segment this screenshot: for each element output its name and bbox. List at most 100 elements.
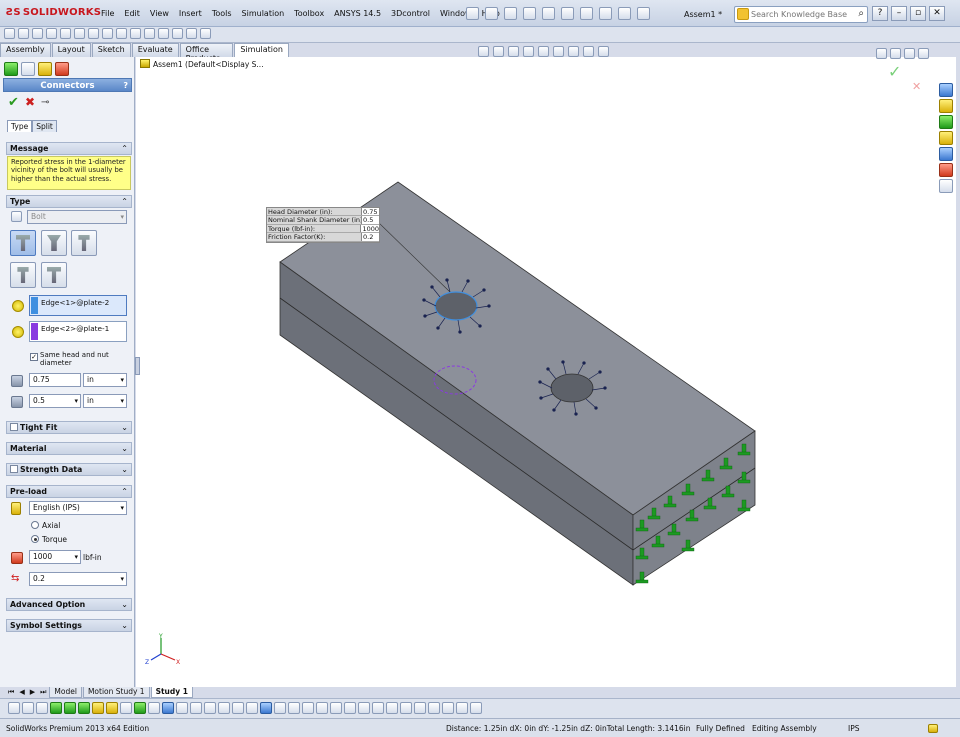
radio-button[interactable] [31, 521, 39, 529]
tab-layout[interactable]: Layout [51, 43, 91, 57]
options-icon[interactable] [637, 7, 650, 20]
hide-show-icon[interactable] [568, 46, 579, 57]
foundation-bolt-button[interactable] [10, 262, 36, 288]
probe-icon[interactable] [400, 702, 412, 714]
display-style-icon[interactable] [553, 46, 564, 57]
mate-icon[interactable] [74, 28, 85, 39]
connection-icon[interactable] [78, 702, 90, 714]
section-view-icon[interactable] [523, 46, 534, 57]
feature-manager-icon[interactable] [4, 62, 18, 76]
viewport-minimize-icon[interactable] [876, 48, 887, 59]
radio-button[interactable] [31, 535, 39, 543]
ok-check-icon[interactable]: ✔ [8, 95, 19, 110]
viewport-maximize-icon[interactable] [904, 48, 915, 59]
rigid-icon[interactable] [204, 702, 216, 714]
menu-3dcontrol[interactable]: 3Dcontrol [386, 9, 435, 18]
tab-motion-study-1[interactable]: Motion Study 1 [82, 687, 150, 698]
tab-type[interactable]: Type [7, 120, 33, 132]
custom-properties-icon[interactable] [939, 179, 953, 193]
strength-data-checkbox[interactable] [10, 465, 18, 473]
view-palette-icon[interactable] [939, 147, 953, 161]
help-icon[interactable]: ? [123, 79, 128, 93]
expand-chevron-icon[interactable]: ⌄ [121, 620, 128, 631]
head-edge-selection-box[interactable]: Edge<1>@plate-2 [29, 295, 127, 316]
scene-icon[interactable] [598, 46, 609, 57]
pin-connector-icon[interactable] [162, 702, 174, 714]
appearances-icon[interactable] [939, 163, 953, 177]
external-load-icon[interactable] [64, 702, 76, 714]
gravity-icon[interactable] [302, 702, 314, 714]
report-icon[interactable] [414, 702, 426, 714]
advanced-option-group-header[interactable]: Advanced Option ⌄ [6, 598, 132, 611]
menu-edit[interactable]: Edit [119, 9, 145, 18]
search-tool-icon[interactable] [4, 28, 15, 39]
appearance-icon[interactable] [583, 46, 594, 57]
symbol-settings-group-header[interactable]: Symbol Settings ⌄ [6, 619, 132, 632]
axial-radio[interactable]: Axial [31, 521, 60, 530]
resources-icon[interactable] [939, 83, 953, 97]
unit-system-status[interactable]: IPS [848, 724, 860, 733]
friction-factor-select[interactable]: 0.2 ▾ [29, 572, 127, 586]
compare-icon[interactable] [428, 702, 440, 714]
search-icon[interactable]: ⌕ [858, 8, 864, 19]
zoom-fit-icon[interactable] [478, 46, 489, 57]
section-clip-icon[interactable] [456, 702, 468, 714]
undo-icon[interactable] [561, 7, 574, 20]
viewport-close-icon[interactable] [918, 48, 929, 59]
countersink-bolt-button[interactable] [41, 230, 67, 256]
close-button[interactable]: ✕ [929, 6, 945, 21]
menu-insert[interactable]: Insert [174, 9, 207, 18]
tree-icon[interactable] [46, 28, 57, 39]
contact-set-icon[interactable] [232, 702, 244, 714]
expand-chevron-icon[interactable]: ⌄ [121, 422, 128, 433]
tab-evaluate[interactable]: Evaluate [131, 43, 179, 57]
measure-icon[interactable] [144, 28, 155, 39]
fixture-icon[interactable] [50, 702, 62, 714]
minimize-button[interactable]: – [891, 6, 907, 21]
connector-type-select[interactable]: Bolt ▾ [27, 210, 127, 224]
mass-icon[interactable] [372, 702, 384, 714]
bolt-connector-icon[interactable] [134, 702, 146, 714]
interference-icon[interactable] [130, 28, 141, 39]
smart-fastener-icon[interactable] [102, 28, 113, 39]
down-arrow-icon[interactable] [32, 28, 43, 39]
counterbore-bolt-button[interactable] [71, 230, 97, 256]
pin-icon[interactable] [466, 7, 479, 20]
material-icon[interactable] [288, 702, 300, 714]
spring-icon[interactable] [148, 702, 160, 714]
design-library-icon[interactable] [939, 115, 953, 129]
cancel-x-icon[interactable]: ✖ [25, 95, 35, 109]
spinner-arrow-icon[interactable]: ▾ [74, 395, 78, 407]
bolt-hole-1[interactable] [434, 291, 478, 321]
head-diameter-input[interactable]: 0.75 [29, 373, 81, 387]
menu-view[interactable]: View [145, 9, 174, 18]
property-manager-icon[interactable] [21, 62, 35, 76]
results-icon[interactable] [120, 702, 132, 714]
confirm-corner-ok-icon[interactable]: ✓ [888, 62, 901, 81]
preload-group-header[interactable]: Pre-load ⌃ [6, 485, 132, 498]
pattern-icon[interactable] [60, 28, 71, 39]
shank-diameter-input[interactable]: 0.5 ▾ [29, 394, 81, 408]
tab-assembly[interactable]: Assembly [0, 43, 51, 57]
first-tab-icon[interactable]: ⏮ [6, 687, 16, 698]
tab-study-1[interactable]: Study 1 [150, 687, 193, 698]
menu-simulation[interactable]: Simulation [237, 9, 290, 18]
select-icon[interactable] [580, 7, 593, 20]
previous-view-icon[interactable] [508, 46, 519, 57]
beam-icon[interactable] [274, 702, 286, 714]
open-folder-icon[interactable] [504, 7, 517, 20]
tab-simulation[interactable]: Simulation [234, 43, 289, 57]
configuration-manager-icon[interactable] [38, 62, 52, 76]
link-icon[interactable] [218, 702, 230, 714]
solidworks-logo[interactable]: ƧS SOLIDWORKS [6, 7, 101, 18]
bolt-hole-3[interactable] [550, 373, 594, 403]
restore-button[interactable]: ▫ [910, 6, 926, 21]
file-properties-icon[interactable] [618, 7, 631, 20]
menu-toolbox[interactable]: Toolbox [289, 9, 329, 18]
next-tab-icon[interactable]: ▶ [28, 687, 37, 698]
type-group-header[interactable]: Type ⌃ [6, 195, 132, 208]
confirm-corner-cancel-icon[interactable]: ✕ [912, 80, 921, 93]
eye-icon[interactable] [186, 28, 197, 39]
home-icon[interactable] [939, 99, 953, 113]
help-dropdown-icon[interactable]: ? [872, 6, 888, 21]
